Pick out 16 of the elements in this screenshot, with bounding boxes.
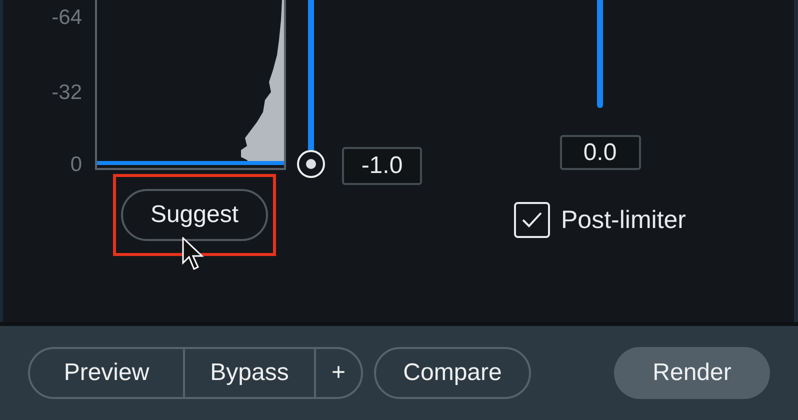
axis-label: -32 (52, 80, 82, 106)
segment-button[interactable]: Bypass (183, 349, 314, 397)
cursor-icon (182, 237, 204, 271)
axis-label: -64 (52, 5, 82, 31)
segment-button[interactable]: + (314, 349, 361, 397)
render-button[interactable]: Render (614, 347, 770, 399)
suggest-button[interactable]: Suggest (121, 189, 268, 241)
check-icon (520, 211, 543, 229)
segment-button[interactable]: Preview (30, 349, 183, 397)
slider-thumb[interactable] (297, 150, 325, 178)
threshold-value-field[interactable]: -1.0 (342, 147, 422, 185)
checkbox-label: Post-limiter (560, 206, 686, 234)
axis-label: 0 (70, 152, 82, 178)
checkbox[interactable] (514, 202, 550, 238)
compare-button[interactable]: Compare (374, 347, 531, 399)
output-value-field[interactable]: 0.0 (560, 135, 640, 170)
